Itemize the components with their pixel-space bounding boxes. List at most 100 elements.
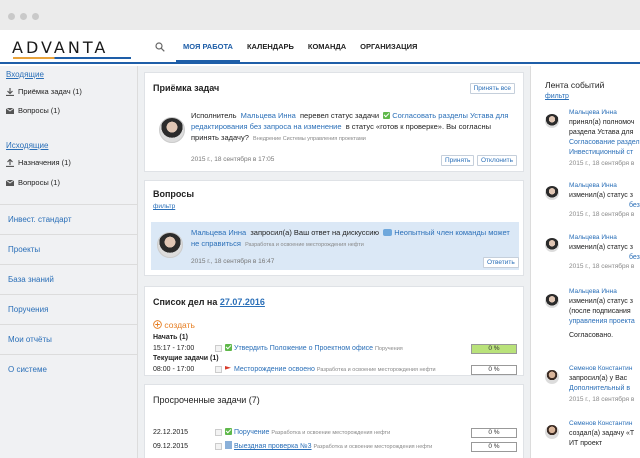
sidebar-item-label: Приёмка задач (1) xyxy=(18,87,82,96)
main-content: Приёмка задач Принять все Исполнитель Ма… xyxy=(138,66,530,458)
avatar[interactable] xyxy=(545,114,559,128)
nav-my-work[interactable]: МОЯ РАБОТА xyxy=(176,30,240,62)
window-maximize-button[interactable] xyxy=(32,13,39,20)
check-icon xyxy=(383,112,391,119)
person-link[interactable]: Мальцева Инна xyxy=(241,111,296,120)
check-icon xyxy=(225,428,232,435)
todo-time: 08:00 - 17:00 xyxy=(153,366,195,373)
sidebar-item-label: Назначения (1) xyxy=(18,158,71,167)
avatar[interactable] xyxy=(545,294,559,308)
todo-start-label: Начать (1) xyxy=(153,334,188,341)
progress-field[interactable]: 0 % xyxy=(471,344,517,354)
source-label: Внедрение Системы управления проектами xyxy=(253,136,366,142)
progress-field[interactable]: 0 % xyxy=(471,365,517,375)
todo-date-link[interactable]: 27.07.2016 xyxy=(220,297,265,307)
feed-author[interactable]: Мальцева Инна xyxy=(569,288,617,295)
avatar[interactable] xyxy=(545,238,559,252)
flag-icon xyxy=(225,366,231,370)
acceptance-message: Исполнитель Мальцева Инна перевел статус… xyxy=(191,111,509,142)
sidebar-link-knowledge-base[interactable]: База знаний xyxy=(0,264,138,294)
download-icon xyxy=(6,87,14,96)
chat-icon xyxy=(383,229,393,236)
task-link[interactable]: Утвердить Положение о Проектном офисе xyxy=(234,345,373,352)
sidebar-outgoing-heading[interactable]: Исходящие xyxy=(6,141,48,150)
feed-author[interactable]: Семенов Константин xyxy=(569,420,632,427)
acceptance-date: 2015 г., 18 сентября в 17:05 xyxy=(191,156,275,163)
overdue-checkbox[interactable] xyxy=(215,443,222,450)
person-link[interactable]: Мальцева Инна xyxy=(191,228,246,237)
questions-card: Вопросы фильтр Мальцева Инна запросил(а)… xyxy=(144,180,524,276)
sidebar: Входящие Приёмка задач (1) Вопросы (1) И… xyxy=(0,66,138,458)
sidebar-link-my-reports[interactable]: Мои отчёты xyxy=(0,324,138,354)
event-feed: Лента событий фильтр Мальцева Инна приня… xyxy=(530,66,640,458)
mail-icon xyxy=(6,179,14,186)
logo-underline xyxy=(13,57,131,59)
sidebar-item-incoming-questions[interactable]: Вопросы (1) xyxy=(6,106,60,115)
feed-filter-link[interactable]: фильтр xyxy=(545,93,569,100)
progress-field[interactable]: 0 % xyxy=(471,442,517,452)
search-icon[interactable] xyxy=(155,42,165,52)
avatar[interactable] xyxy=(159,117,185,143)
task-link[interactable]: Месторождение освоено xyxy=(234,366,315,373)
sidebar-link-about[interactable]: О системе xyxy=(0,354,138,384)
sidebar-item-assignments[interactable]: Назначения (1) xyxy=(6,158,71,167)
overdue-task: Выездная проверка №3 Разработка и освоен… xyxy=(225,441,432,453)
feed-author[interactable]: Семенов Константин xyxy=(569,365,632,372)
app-header: ADVANTA МОЯ РАБОТА КАЛЕНДАРЬ КОМАНДА ОРГ… xyxy=(0,30,640,64)
plus-icon xyxy=(153,320,162,329)
reply-button[interactable]: Ответить xyxy=(483,257,519,268)
sidebar-link-invest-standard[interactable]: Инвест. стандарт xyxy=(0,204,138,234)
todo-current-label: Текущие задачи (1) xyxy=(153,355,219,362)
feed-author[interactable]: Мальцева Инна xyxy=(569,182,617,189)
feed-title: Лента событий xyxy=(545,80,605,90)
todo-checkbox[interactable] xyxy=(215,345,222,352)
window-minimize-button[interactable] xyxy=(20,13,27,20)
sidebar-item-label: Вопросы (1) xyxy=(18,178,60,187)
overdue-task: Поручение Разработка и освоение месторож… xyxy=(225,427,390,439)
overdue-date: 09.12.2015 xyxy=(153,443,189,450)
main-nav: МОЯ РАБОТА КАЛЕНДАРЬ КОМАНДА ОРГАНИЗАЦИЯ xyxy=(176,30,424,62)
create-button[interactable]: создать xyxy=(153,320,195,330)
accept-all-button[interactable]: Принять все xyxy=(469,83,515,94)
mail-icon xyxy=(6,107,14,114)
sidebar-item-outgoing-questions[interactable]: Вопросы (1) xyxy=(6,178,60,187)
todo-card: Список дел на 27.07.2016 создать Начать … xyxy=(144,286,524,376)
question-message: Мальцева Инна запросил(а) Ваш ответ на д… xyxy=(191,228,510,248)
reject-button[interactable]: Отклонить xyxy=(477,155,518,166)
avatar[interactable] xyxy=(545,370,559,384)
todo-task: Утвердить Положение о Проектном офисе По… xyxy=(225,343,403,355)
nav-organization[interactable]: ОРГАНИЗАЦИЯ xyxy=(353,30,424,62)
upload-icon xyxy=(6,158,14,167)
overdue-title: Просроченные задачи (7) xyxy=(153,395,260,405)
sidebar-link-projects[interactable]: Проекты xyxy=(0,234,138,264)
avatar[interactable] xyxy=(545,186,559,200)
todo-checkbox[interactable] xyxy=(215,366,222,373)
overdue-date: 22.12.2015 xyxy=(153,429,189,436)
document-icon xyxy=(225,441,232,449)
sidebar-incoming-heading[interactable]: Входящие xyxy=(6,70,44,79)
avatar[interactable] xyxy=(545,425,559,439)
overdue-card: Просроченные задачи (7) 22.12.2015 Поруч… xyxy=(144,384,524,458)
check-icon xyxy=(225,344,232,351)
acceptance-title: Приёмка задач xyxy=(153,83,220,93)
nav-calendar[interactable]: КАЛЕНДАРЬ xyxy=(240,30,301,62)
question-item[interactable]: Мальцева Инна запросил(а) Ваш ответ на д… xyxy=(151,222,519,270)
feed-author[interactable]: Мальцева Инна xyxy=(569,109,617,116)
avatar[interactable] xyxy=(157,232,183,258)
acceptance-card: Приёмка задач Принять все Исполнитель Ма… xyxy=(144,72,524,172)
task-link[interactable]: Выездная проверка №3 xyxy=(234,443,312,450)
accept-button[interactable]: Принять xyxy=(441,155,475,166)
logo[interactable]: ADVANTA xyxy=(12,38,108,57)
feed-author[interactable]: Мальцева Инна xyxy=(569,234,617,241)
sidebar-item-acceptance[interactable]: Приёмка задач (1) xyxy=(6,87,82,96)
progress-field[interactable]: 0 % xyxy=(471,428,517,438)
question-date: 2015 г., 18 сентября в 16:47 xyxy=(191,258,275,265)
sidebar-link-assignments[interactable]: Поручения xyxy=(0,294,138,324)
window-close-button[interactable] xyxy=(8,13,15,20)
task-link[interactable]: Поручение xyxy=(234,429,269,436)
nav-team[interactable]: КОМАНДА xyxy=(301,30,353,62)
overdue-checkbox[interactable] xyxy=(215,429,222,436)
window-titlebar xyxy=(0,0,640,30)
project-label: Разработка и освоение месторождения нефт… xyxy=(245,242,364,248)
questions-filter-link[interactable]: фильтр xyxy=(153,203,175,210)
